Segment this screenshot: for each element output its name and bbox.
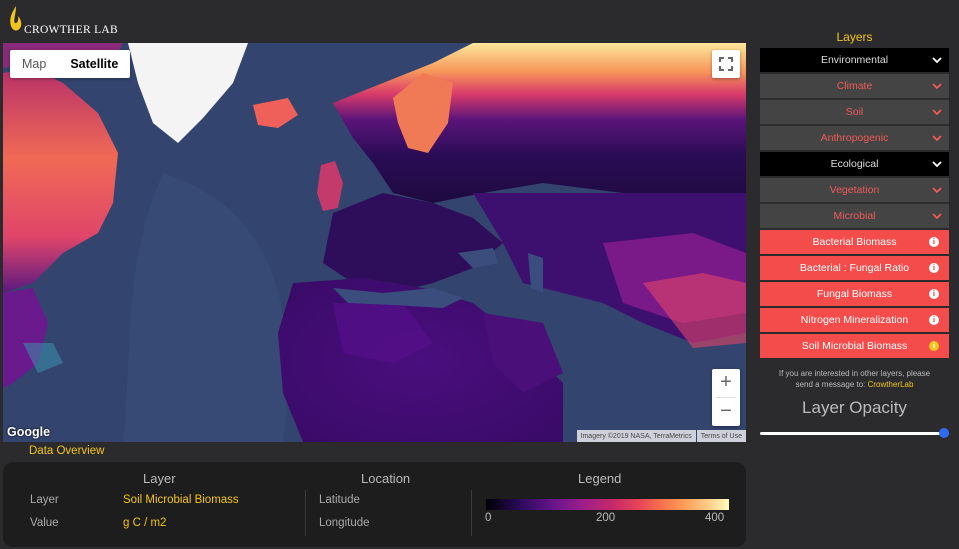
legend-header: Legend	[578, 471, 622, 486]
info-icon[interactable]: i	[929, 289, 939, 299]
info-icon[interactable]: i	[929, 237, 939, 247]
layers-title: Layers	[836, 30, 873, 44]
logo-text: CROWTHER LAB	[24, 24, 118, 36]
layer-row-climate[interactable]: Climate	[760, 74, 949, 98]
contact-message-text: send a message to:	[795, 380, 868, 389]
chevron-down-icon[interactable]	[931, 74, 943, 98]
fullscreen-icon	[719, 57, 733, 71]
layer-row-label: Vegetation	[829, 184, 880, 196]
legend-tick: 200	[596, 512, 616, 524]
map-canvas[interactable]: Map Satellite + − Google Imagery ©2019 N…	[3, 43, 746, 442]
layer-row-microbial[interactable]: Microbial	[760, 204, 949, 228]
layer-row-environmental[interactable]: Environmental	[760, 48, 949, 72]
zoom-control: + −	[712, 369, 740, 426]
layer-row-label: Nitrogen Mineralization	[800, 314, 909, 326]
layer-header: Layer	[143, 471, 176, 486]
layer-row-label: Microbial	[833, 210, 876, 222]
info-icon[interactable]: i	[929, 263, 939, 273]
chevron-down-icon[interactable]	[931, 48, 943, 72]
layer-row-soil[interactable]: Soil	[760, 100, 949, 124]
flame-icon	[10, 6, 22, 31]
legend-color-bar	[486, 499, 729, 510]
layer-row-bacterial-biomass[interactable]: Bacterial Biomass i	[760, 230, 949, 254]
crowtherlab-link[interactable]: CrowtherLab	[868, 380, 914, 389]
value-label: Value	[30, 517, 59, 529]
layer-opacity-slider[interactable]	[760, 428, 949, 438]
imagery-attribution: Imagery ©2019 NASA, TerraMetrics	[576, 430, 696, 442]
layer-row-label: Soil Microbial Biomass	[801, 340, 908, 352]
slider-track[interactable]	[760, 432, 949, 435]
layer-value: Soil Microbial Biomass	[123, 494, 239, 506]
contact-message-line1: If you are interested in other layers, p…	[778, 369, 931, 378]
layer-row-label: Soil	[845, 106, 864, 118]
map-attribution: Imagery ©2019 NASA, TerraMetrics Terms o…	[576, 430, 746, 442]
data-overview-panel: Layer Location Legend Layer Soil Microbi…	[3, 462, 746, 547]
chevron-down-icon[interactable]	[931, 204, 943, 228]
legend-tick: 400	[705, 512, 725, 524]
biomass-map-image	[3, 43, 746, 442]
map-type-control: Map Satellite	[10, 50, 131, 78]
overview-divider	[471, 490, 472, 536]
layers-list: Environmental Climate Soil Anthropogenic Eco…	[760, 48, 949, 360]
chevron-down-icon[interactable]	[931, 126, 943, 150]
satellite-button[interactable]: Satellite	[58, 50, 130, 78]
map-button[interactable]: Map	[10, 50, 58, 78]
layer-row-ecological[interactable]: Ecological	[760, 152, 949, 176]
layer-row-label: Bacterial Biomass	[812, 236, 897, 248]
info-icon[interactable]: i	[929, 315, 939, 325]
layer-row-label: Ecological	[830, 158, 879, 170]
layer-row-label: Climate	[836, 80, 873, 92]
overview-divider	[305, 490, 306, 536]
legend-tick: 0	[485, 512, 492, 524]
layer-opacity-title: Layer Opacity	[802, 398, 907, 417]
google-logo[interactable]: Google	[7, 425, 50, 439]
layer-row-vegetation[interactable]: Vegetation	[760, 178, 949, 202]
contact-message-line2: send a message to: CrowtherLab	[760, 379, 949, 390]
layer-row-anthropogenic[interactable]: Anthropogenic	[760, 126, 949, 150]
layer-row-label: Bacterial : Fungal Ratio	[799, 262, 910, 274]
chevron-down-icon[interactable]	[931, 178, 943, 202]
zoom-in-button[interactable]: +	[712, 369, 740, 397]
layer-row-bacterial-fungal-ratio[interactable]: Bacterial : Fungal Ratio i	[760, 256, 949, 280]
terms-of-use-link[interactable]: Terms of Use	[696, 430, 746, 442]
layer-row-fungal-biomass[interactable]: Fungal Biomass i	[760, 282, 949, 306]
crowther-lab-logo[interactable]: CROWTHER LAB	[8, 4, 138, 38]
chevron-down-icon[interactable]	[931, 100, 943, 124]
location-header: Location	[361, 471, 411, 486]
longitude-label: Longitude	[319, 517, 370, 529]
chevron-down-icon[interactable]	[931, 152, 943, 176]
slider-thumb[interactable]	[939, 428, 949, 438]
data-overview-title: Data Overview	[29, 445, 105, 457]
value-unit: g C / m2	[123, 517, 167, 529]
zoom-out-button[interactable]: −	[712, 398, 740, 426]
layer-row-nitrogen-mineralization[interactable]: Nitrogen Mineralization i	[760, 308, 949, 332]
layer-label: Layer	[30, 494, 59, 506]
fullscreen-button[interactable]	[712, 50, 740, 78]
layer-row-label: Fungal Biomass	[816, 288, 893, 300]
info-icon[interactable]: i	[929, 341, 939, 351]
layer-row-label: Anthropogenic	[820, 132, 889, 144]
layer-row-label: Environmental	[820, 54, 889, 66]
layer-row-soil-microbial-biomass[interactable]: Soil Microbial Biomass i	[760, 334, 949, 358]
latitude-label: Latitude	[319, 494, 360, 506]
contact-message: If you are interested in other layers, p…	[760, 368, 949, 390]
